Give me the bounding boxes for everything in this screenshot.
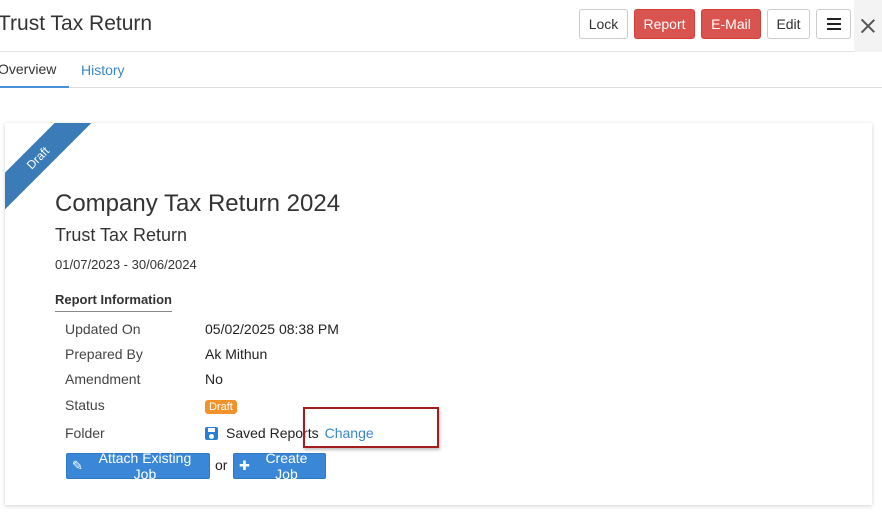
create-job-button[interactable]: ✚ Create Job <box>233 450 326 482</box>
create-label: Create Job <box>265 450 308 482</box>
tab-history[interactable]: History <box>81 52 125 88</box>
value-prepared-by: Ak Mithun <box>205 346 268 362</box>
attach-label: Attach Existing Job <box>98 450 192 482</box>
close-button[interactable] <box>854 0 882 52</box>
email-button[interactable]: E-Mail <box>701 9 761 39</box>
paperclip-icon: ✎ <box>72 458 83 473</box>
label-folder: Folder <box>65 425 105 441</box>
close-icon <box>860 18 876 34</box>
or-separator: or <box>215 457 228 473</box>
report-card: Draft Company Tax Return 2024 Trust Tax … <box>5 123 872 505</box>
header: Trust Tax Return Lock Report E-Mail Edit <box>0 0 882 52</box>
value-updated-on: 05/02/2025 08:38 PM <box>205 321 339 337</box>
tab-bar: Overview History <box>0 52 882 88</box>
tab-overview[interactable]: Overview <box>0 52 69 88</box>
status-value: Draft <box>205 397 237 414</box>
value-amendment: No <box>205 371 223 387</box>
edit-button[interactable]: Edit <box>767 9 810 39</box>
save-icon <box>205 426 218 440</box>
page-title: Trust Tax Return <box>0 12 153 35</box>
status-badge: Draft <box>205 400 237 414</box>
attach-existing-job-button[interactable]: ✎ Attach Existing Job <box>66 450 210 482</box>
report-period: 01/07/2023 - 30/06/2024 <box>55 257 197 272</box>
report-title: Company Tax Return 2024 <box>55 190 341 217</box>
highlight-box <box>303 407 439 448</box>
label-status: Status <box>65 397 105 413</box>
label-amendment: Amendment <box>65 371 141 387</box>
label-updated-on: Updated On <box>65 321 141 337</box>
menu-button[interactable] <box>816 9 851 39</box>
section-heading: Report Information <box>55 292 172 312</box>
hamburger-icon <box>826 18 841 30</box>
lock-button[interactable]: Lock <box>579 9 628 39</box>
plus-icon: ✚ <box>239 458 250 473</box>
label-prepared-by: Prepared By <box>65 346 143 362</box>
report-button[interactable]: Report <box>634 9 695 39</box>
report-subtitle: Trust Tax Return <box>55 225 188 245</box>
